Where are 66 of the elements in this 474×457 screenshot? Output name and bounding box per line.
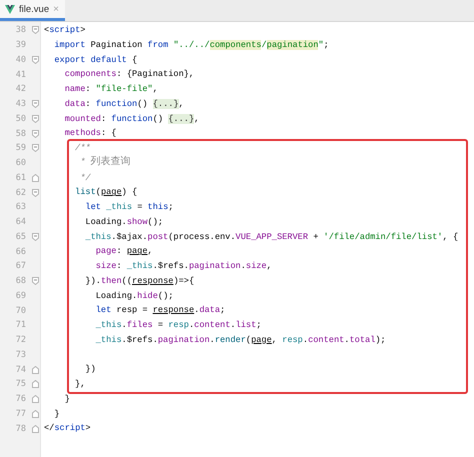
line-number: 66 xyxy=(14,246,26,257)
fold-icon[interactable] xyxy=(32,114,38,123)
code-line: page: page, xyxy=(94,245,153,258)
fold-icon[interactable] xyxy=(32,56,38,64)
code-line: name: "file-file", xyxy=(64,83,158,96)
code-line: * 列表查询 xyxy=(79,155,131,170)
code-line: /** xyxy=(74,142,91,155)
code-line: </script> xyxy=(44,422,91,436)
code-line: import Pagination from "../../components/pagination"; xyxy=(53,38,329,52)
line-number: 71 xyxy=(14,320,26,330)
line-number: 69 xyxy=(14,290,26,301)
code-line: let _this = this; xyxy=(84,201,174,214)
line-number: 39 xyxy=(14,40,26,50)
code-line: _this.files = resp.content.list; xyxy=(94,319,262,332)
line-number: 73 xyxy=(14,350,26,360)
line-number: 40 xyxy=(14,54,26,65)
line-number: 70 xyxy=(14,306,26,316)
code-line: mounted: function() {...}, xyxy=(64,112,200,126)
line-number: 62 xyxy=(14,188,26,198)
line-number: 68 xyxy=(14,276,26,286)
code-line: }).then((response)=>{ xyxy=(84,274,194,288)
line-number: 41 xyxy=(14,70,26,80)
line-number: 60 xyxy=(14,158,26,168)
fold-icon[interactable] xyxy=(32,26,38,34)
fold-icon[interactable] xyxy=(32,277,38,286)
line-number: 65 xyxy=(14,232,26,242)
line-number: 43 xyxy=(14,99,26,110)
line-number: 74 xyxy=(14,364,26,375)
code-line: size: _this.$refs.pagination.size, xyxy=(94,260,272,273)
code-line: data: function() {...}, xyxy=(64,98,184,111)
fold-icon[interactable] xyxy=(32,100,38,108)
line-number: 50 xyxy=(14,114,26,124)
line-number: 67 xyxy=(14,261,26,272)
code-line: components: {Pagination}, xyxy=(64,68,194,82)
code-line: }, xyxy=(74,378,86,391)
code-line: Loading.hide(); xyxy=(94,290,174,302)
line-number: 78 xyxy=(14,424,26,434)
code-line: _this.$refs.pagination.render(page, resp.content.total); xyxy=(94,334,386,347)
line-number: 59 xyxy=(14,143,26,154)
line-number: 75 xyxy=(14,379,26,390)
line-number: 38 xyxy=(14,25,26,36)
line-number: 76 xyxy=(14,394,26,404)
code-line: methods: { xyxy=(64,127,116,140)
file-tab[interactable]: file.vue × xyxy=(0,0,65,21)
line-number: 72 xyxy=(14,335,26,346)
code-line: } xyxy=(64,392,70,406)
code-line: let resp = response.data; xyxy=(94,304,226,318)
code-line: */ xyxy=(79,172,91,184)
line-number: 64 xyxy=(14,217,26,228)
fold-icon[interactable] xyxy=(32,130,38,138)
line-number: 42 xyxy=(14,84,26,94)
line-number: 61 xyxy=(14,172,26,183)
code-line: <script> xyxy=(44,24,86,37)
fold-icon[interactable] xyxy=(32,188,38,197)
line-number: 77 xyxy=(14,408,26,419)
code-line: export default { xyxy=(53,54,138,66)
code-line: Loading.show(); xyxy=(84,216,164,229)
code-line: } xyxy=(53,408,60,420)
line-number: 63 xyxy=(14,202,26,212)
vue-logo-icon xyxy=(5,4,15,14)
fold-icon[interactable] xyxy=(32,232,38,241)
line-number: 58 xyxy=(14,128,26,139)
fold-icon[interactable] xyxy=(32,144,38,152)
code-line: }) xyxy=(84,363,96,376)
code-line: _this.$ajax.post(process.env.VUE_APP_SERVER + '/file/admin/file/list', { xyxy=(84,230,458,244)
code-line: list(page) { xyxy=(74,186,138,200)
